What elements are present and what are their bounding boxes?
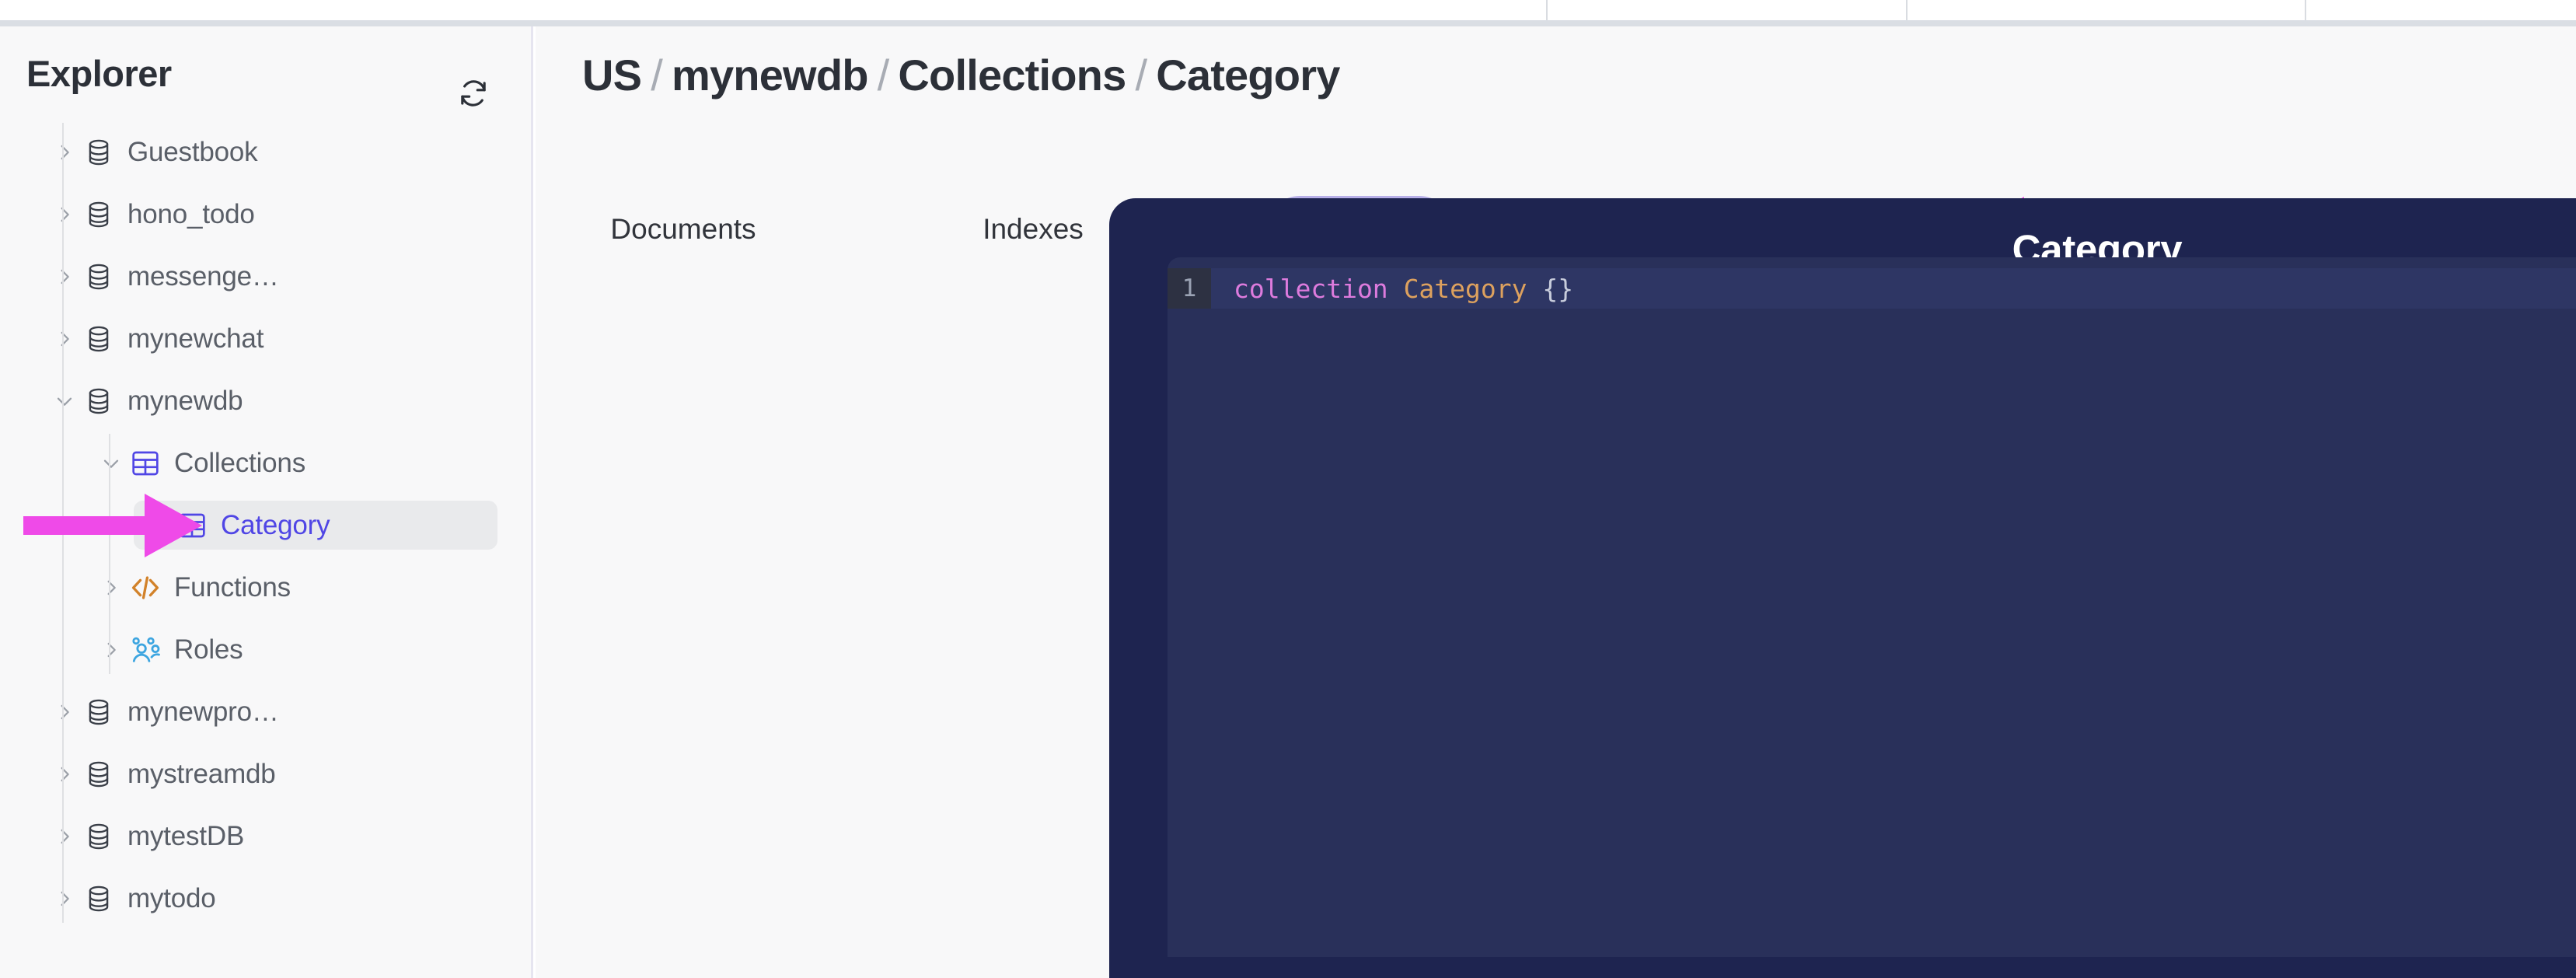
- breadcrumb-separator: /: [1135, 51, 1147, 100]
- sidebar-item-label: Functions: [174, 571, 291, 603]
- sidebar-item-guestbook[interactable]: Guestbook: [40, 127, 497, 176]
- sidebar-item-mynewchat[interactable]: mynewchat: [40, 314, 497, 363]
- users-icon: [127, 632, 163, 668]
- database-icon: [81, 819, 117, 854]
- chevron-right-icon[interactable]: [48, 820, 81, 853]
- breadcrumb-separator: /: [877, 51, 890, 100]
- chevron-right-icon[interactable]: [48, 758, 81, 791]
- chevron-right-icon[interactable]: [95, 634, 127, 666]
- database-icon: [81, 259, 117, 295]
- breadcrumb-item-mynewdb[interactable]: mynewdb: [672, 51, 868, 100]
- database-icon: [81, 383, 117, 419]
- browser-tab-divider: [2305, 0, 2306, 20]
- code-icon: [127, 570, 163, 606]
- chevron-right-icon[interactable]: [48, 696, 81, 728]
- chevron-right-icon[interactable]: [48, 323, 81, 355]
- sidebar: Explorer Guestbook hono_todo messenge… m…: [0, 26, 533, 978]
- database-icon: [81, 197, 117, 232]
- database-icon: [81, 881, 117, 917]
- chevron-down-icon[interactable]: [95, 447, 127, 480]
- annotation-arrow-head-category: [145, 493, 202, 557]
- table-icon: [127, 445, 163, 481]
- sidebar-item-label: Guestbook: [127, 136, 258, 167]
- code-line[interactable]: 1 collection Category {}: [1168, 268, 2576, 309]
- chevron-down-icon[interactable]: [48, 385, 81, 417]
- browser-tab-divider: [1906, 0, 1908, 20]
- chevron-right-icon[interactable]: [95, 571, 127, 604]
- browser-tab-strip: [0, 0, 2576, 26]
- breadcrumb: US / mynewdb / Collections / Category: [582, 50, 1340, 100]
- breadcrumb-separator: /: [651, 51, 663, 100]
- sidebar-item-label: mytestDB: [127, 820, 245, 851]
- browser-tab-divider: [1546, 0, 1548, 20]
- code-content[interactable]: collection Category {}: [1234, 274, 1573, 304]
- breadcrumb-item-us[interactable]: US: [582, 51, 642, 100]
- refresh-icon[interactable]: [456, 76, 490, 110]
- sidebar-item-label: mynewpro…: [127, 696, 279, 727]
- main-content: US / mynewdb / Collections / Category Document…: [536, 26, 2576, 978]
- sidebar-item-mynewdb[interactable]: mynewdb: [40, 376, 497, 425]
- page-title: Explorer: [26, 53, 172, 94]
- tab-documents[interactable]: Documents: [582, 196, 784, 263]
- annotation-arrow-shaft-category: [23, 515, 148, 535]
- sidebar-item-mytodo[interactable]: mytodo: [40, 874, 497, 923]
- chevron-right-icon[interactable]: [48, 882, 81, 915]
- breadcrumb-item-category[interactable]: Category: [1156, 51, 1340, 100]
- sidebar-item-label: Category: [221, 509, 330, 540]
- tree-indent-guide: [109, 434, 110, 674]
- code-token-name: Category: [1403, 273, 1527, 304]
- sidebar-item-label: mystreamdb: [127, 758, 276, 789]
- line-number: 1: [1168, 268, 1211, 309]
- sidebar-item-mystreamdb[interactable]: mystreamdb: [40, 749, 497, 798]
- schema-panel: Category Collection: [1109, 198, 2576, 978]
- sidebar-item-label: Collections: [174, 447, 305, 478]
- chevron-right-icon[interactable]: [48, 136, 81, 169]
- code-token-punctuation: {}: [1542, 273, 1574, 304]
- sidebar-item-functions[interactable]: Functions: [87, 563, 497, 612]
- sidebar-item-mynewpro[interactable]: mynewpro…: [40, 687, 497, 736]
- sidebar-item-collections[interactable]: Collections: [87, 438, 497, 487]
- sidebar-item-mytestdb[interactable]: mytestDB: [40, 812, 497, 861]
- chevron-right-icon[interactable]: [48, 198, 81, 231]
- sidebar-item-messenge[interactable]: messenge…: [40, 252, 497, 301]
- sidebar-item-hono-todo[interactable]: hono_todo: [40, 190, 497, 239]
- sidebar-item-roles[interactable]: Roles: [87, 625, 497, 674]
- sidebar-item-label: mynewchat: [127, 323, 264, 354]
- sidebar-item-label: mynewdb: [127, 385, 243, 416]
- code-token-keyword: collection: [1234, 273, 1388, 304]
- sidebar-item-label: hono_todo: [127, 198, 255, 229]
- breadcrumb-item-collections[interactable]: Collections: [898, 51, 1126, 100]
- database-icon: [81, 756, 117, 792]
- sidebar-header: Explorer: [0, 26, 531, 117]
- sidebar-item-label: mytodo: [127, 882, 216, 913]
- database-icon: [81, 321, 117, 357]
- sidebar-item-label: Roles: [174, 634, 243, 665]
- database-icon: [81, 694, 117, 730]
- sidebar-item-label: messenge…: [127, 260, 279, 292]
- database-icon: [81, 134, 117, 170]
- schema-code-editor[interactable]: 1 collection Category {}: [1168, 257, 2576, 957]
- browser-strip-rule: [0, 20, 2576, 26]
- chevron-right-icon[interactable]: [48, 260, 81, 293]
- tab-indexes[interactable]: Indexes: [955, 196, 1111, 263]
